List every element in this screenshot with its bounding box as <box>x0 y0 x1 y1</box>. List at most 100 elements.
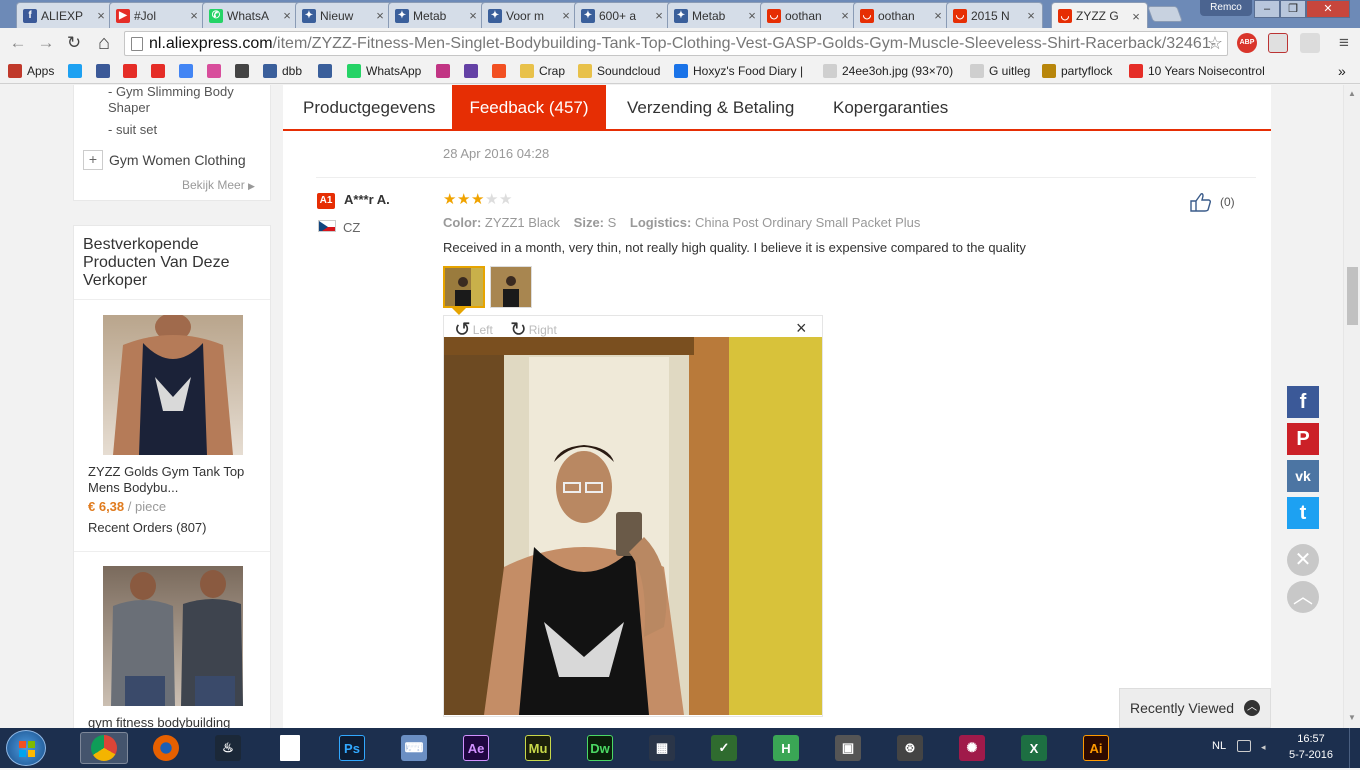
extension-icon[interactable] <box>1300 33 1320 53</box>
tab-feedback[interactable]: Feedback (457) <box>452 85 606 129</box>
scroll-down-arrow-icon[interactable]: ▼ <box>1348 713 1356 722</box>
clock-date[interactable]: 5-7-2016 <box>1280 749 1342 761</box>
address-bar[interactable]: nl.aliexpress.com/item/ZYZZ-Fitness-Men-… <box>124 31 1228 56</box>
women-clothing-link[interactable]: Gym Women Clothing <box>109 152 246 168</box>
taskbar-app[interactable] <box>266 732 314 764</box>
close-tab-icon[interactable]: × <box>466 8 480 23</box>
youtube-extension-icon[interactable] <box>1268 33 1288 53</box>
close-share-icon[interactable]: ✕ <box>1287 544 1319 576</box>
bookmark-item[interactable]: Hoxyz's Food Diary | <box>674 63 803 79</box>
taskbar-app[interactable]: ✺ <box>948 732 996 764</box>
vk-share-icon[interactable]: vk <box>1287 460 1319 492</box>
bookmark-item[interactable] <box>151 63 170 79</box>
start-button[interactable] <box>6 730 46 766</box>
bookmark-item[interactable] <box>68 63 87 79</box>
more-bookmarks-button[interactable]: » <box>1338 63 1346 79</box>
back-button[interactable]: ← <box>8 33 28 53</box>
maximize-button[interactable]: ❐ <box>1280 0 1306 18</box>
taskbar-app[interactable]: ✓ <box>700 732 748 764</box>
back-to-top-icon[interactable]: ︿ <box>1287 581 1319 613</box>
page-scrollbar[interactable]: ▲ ▼ <box>1343 85 1360 728</box>
browser-tab[interactable]: ◡ oothan × <box>760 2 857 28</box>
facebook-share-icon[interactable]: f <box>1287 386 1319 418</box>
bookmark-item[interactable]: Crap <box>520 63 565 79</box>
bookmark-item[interactable]: Soundcloud <box>578 63 660 79</box>
bookmark-item[interactable]: Apps <box>8 63 54 79</box>
bookmark-item[interactable]: partyflock <box>1042 63 1112 79</box>
browser-tab[interactable]: ◡ ZYZZ G × <box>1051 2 1148 28</box>
language-indicator[interactable]: NL <box>1212 740 1226 752</box>
product-image[interactable] <box>103 566 243 706</box>
taskbar-app[interactable]: ⊛ <box>886 732 934 764</box>
bookmark-item[interactable] <box>436 63 455 79</box>
clock-time[interactable]: 16:57 <box>1286 733 1336 745</box>
taskbar-app[interactable]: ▣ <box>824 732 872 764</box>
bookmark-item[interactable] <box>179 63 198 79</box>
forward-button[interactable]: → <box>36 33 56 53</box>
close-viewer-icon[interactable]: × <box>796 318 807 339</box>
close-tab-icon[interactable]: × <box>373 8 387 23</box>
browser-tab[interactable]: ✦ Voor m × <box>481 2 578 28</box>
browser-tab[interactable]: ✦ Metab × <box>667 2 764 28</box>
close-tab-icon[interactable]: × <box>1129 9 1143 24</box>
profile-button[interactable]: Remco <box>1200 0 1252 16</box>
taskbar-app[interactable]: Ae <box>452 732 500 764</box>
taskbar-app[interactable]: Ps <box>328 732 376 764</box>
scroll-up-arrow-icon[interactable]: ▲ <box>1348 89 1356 98</box>
tab-product-details[interactable]: Productgegevens <box>283 85 455 129</box>
bookmark-item[interactable]: WhatsApp <box>347 63 421 79</box>
expand-button[interactable]: + <box>83 150 103 170</box>
home-button[interactable]: ⌂ <box>94 33 114 53</box>
bookmark-item[interactable]: 10 Years Noisecontrol <box>1129 63 1265 79</box>
bookmark-item[interactable]: G uitleg <box>970 63 1030 79</box>
browser-tab[interactable]: ✦ Metab × <box>388 2 485 28</box>
taskbar-app[interactable] <box>142 732 190 764</box>
scrollbar-thumb[interactable] <box>1347 267 1358 325</box>
close-tab-icon[interactable]: × <box>745 8 759 23</box>
product-title[interactable]: gym fitness bodybuilding <box>88 715 258 728</box>
adblock-plus-icon[interactable]: ABP <box>1237 33 1257 53</box>
browser-tab[interactable]: f ALIEXP × <box>16 2 113 28</box>
bookmark-item[interactable] <box>318 63 337 79</box>
tray-arrow-icon[interactable]: ◂ <box>1261 742 1266 753</box>
close-tab-icon[interactable]: × <box>652 8 666 23</box>
category-link[interactable]: - Gym Slimming Body Shaper <box>108 85 268 116</box>
taskbar-app[interactable]: ▦ <box>638 732 686 764</box>
review-photo-thumbnail[interactable] <box>490 266 532 308</box>
product-title[interactable]: ZYZZ Golds Gym Tank Top Mens Bodybu... <box>88 464 258 496</box>
recently-viewed-bar[interactable]: Recently Viewed ︿ <box>1119 688 1271 728</box>
browser-tab[interactable]: ◡ oothan × <box>853 2 950 28</box>
network-icon[interactable] <box>1237 740 1251 752</box>
close-tab-icon[interactable]: × <box>931 8 945 23</box>
taskbar-app[interactable]: Dw <box>576 732 624 764</box>
bookmark-item[interactable] <box>464 63 483 79</box>
review-photo-thumbnail[interactable] <box>443 266 485 308</box>
minimize-button[interactable]: – <box>1254 0 1280 18</box>
taskbar-app[interactable]: ♨ <box>204 732 252 764</box>
new-tab-button[interactable] <box>1147 6 1183 22</box>
close-tab-icon[interactable]: × <box>838 8 852 23</box>
bookmark-item[interactable] <box>207 63 226 79</box>
window-close-button[interactable]: ✕ <box>1306 0 1350 18</box>
bookmark-item[interactable] <box>235 63 254 79</box>
taskbar-app[interactable]: ⌨ <box>390 732 438 764</box>
close-tab-icon[interactable]: × <box>187 8 201 23</box>
browser-tab[interactable]: ✦ Nieuw × <box>295 2 392 28</box>
close-tab-icon[interactable]: × <box>559 8 573 23</box>
taskbar-app[interactable]: X <box>1010 732 1058 764</box>
close-tab-icon[interactable]: × <box>1024 8 1038 23</box>
browser-tab[interactable]: ✦ 600+ a × <box>574 2 671 28</box>
close-tab-icon[interactable]: × <box>94 8 108 23</box>
view-more-link[interactable]: Bekijk Meer ▶ <box>182 178 255 192</box>
browser-tab[interactable]: ◡ 2015 N × <box>946 2 1043 28</box>
browser-tab[interactable]: ✆ WhatsA × <box>202 2 299 28</box>
taskbar-app[interactable]: Ai <box>1072 732 1120 764</box>
pinterest-share-icon[interactable]: P <box>1287 423 1319 455</box>
bookmark-item[interactable]: 24ee3oh.jpg (93×70) <box>823 63 953 79</box>
bookmark-star-icon[interactable]: ☆ <box>1207 32 1223 55</box>
thumbs-up-icon[interactable] <box>1189 191 1213 213</box>
bookmark-item[interactable] <box>96 63 115 79</box>
taskbar-app[interactable]: Mu <box>514 732 562 764</box>
bookmark-item[interactable]: dbb <box>263 63 302 79</box>
bookmark-item[interactable] <box>492 63 511 79</box>
